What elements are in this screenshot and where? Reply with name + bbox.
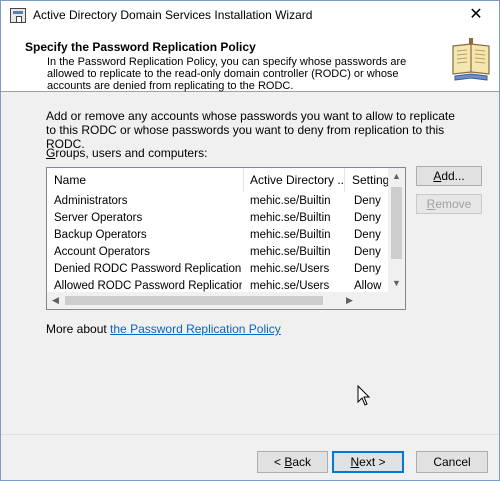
add-label: dd... bbox=[441, 169, 465, 183]
window-title: Active Directory Domain Services Install… bbox=[33, 8, 313, 22]
row-setting: Deny bbox=[354, 229, 381, 241]
title-bar: Active Directory Domain Services Install… bbox=[1, 1, 499, 30]
horizontal-scrollbar[interactable]: ◀ ▶ bbox=[47, 292, 388, 309]
wizard-content: Add or remove any accounts whose passwor… bbox=[1, 93, 499, 433]
list-row[interactable]: Server Operators mehic.se/Builtin Deny bbox=[47, 210, 388, 227]
wizard-window: Active Directory Domain Services Install… bbox=[0, 0, 500, 481]
row-domain: mehic.se/Builtin bbox=[250, 229, 331, 241]
row-setting: Deny bbox=[354, 246, 381, 258]
next-mnemonic: N bbox=[350, 455, 360, 469]
more-about-text: More about the Password Replication Poli… bbox=[46, 322, 281, 336]
cancel-button[interactable]: Cancel bbox=[416, 451, 488, 473]
list-row[interactable]: Administrators mehic.se/Builtin Deny bbox=[47, 193, 388, 210]
back-prefix: < bbox=[273, 455, 285, 469]
add-button[interactable]: Add... bbox=[416, 166, 482, 186]
scroll-down-icon[interactable]: ▼ bbox=[388, 275, 405, 292]
remove-label: emove bbox=[435, 197, 472, 211]
scroll-right-icon[interactable]: ▶ bbox=[341, 292, 358, 309]
remove-mnemonic: R bbox=[426, 197, 436, 211]
list-row[interactable]: Denied RODC Password Replication ... meh… bbox=[47, 261, 388, 278]
scroll-up-icon[interactable]: ▲ bbox=[388, 168, 405, 185]
vertical-scroll-thumb[interactable] bbox=[391, 187, 402, 259]
row-setting: Deny bbox=[354, 212, 381, 224]
row-domain: mehic.se/Users bbox=[250, 263, 330, 275]
list-rows: Administrators mehic.se/Builtin Deny Ser… bbox=[47, 193, 388, 295]
column-header-setting[interactable]: Setting bbox=[345, 168, 388, 192]
list-label-text: roups, users and computers: bbox=[55, 146, 208, 160]
mouse-pointer-icon bbox=[357, 385, 371, 406]
row-setting: Deny bbox=[354, 263, 381, 275]
back-button[interactable]: < Back bbox=[257, 451, 328, 473]
remove-button[interactable]: Remove bbox=[416, 194, 482, 214]
vertical-scrollbar[interactable]: ▲ ▼ bbox=[388, 168, 405, 292]
wizard-footer: < Back Next > Cancel bbox=[1, 434, 499, 480]
row-name: Server Operators bbox=[54, 212, 143, 224]
password-policy-link[interactable]: the Password Replication Policy bbox=[110, 322, 281, 336]
next-button[interactable]: Next > bbox=[332, 451, 404, 473]
row-name: Backup Operators bbox=[54, 229, 147, 241]
close-button[interactable]: ✕ bbox=[453, 1, 499, 30]
list-row[interactable]: Account Operators mehic.se/Builtin Deny bbox=[47, 244, 388, 261]
scroll-left-icon[interactable]: ◀ bbox=[47, 292, 64, 309]
scrollbar-corner bbox=[388, 292, 405, 309]
back-label: ack bbox=[292, 455, 312, 469]
page-title: Specify the Password Replication Policy bbox=[25, 40, 256, 54]
row-name: Denied RODC Password Replication ... bbox=[54, 263, 242, 275]
row-setting: Deny bbox=[354, 195, 381, 207]
column-header-active-directory[interactable]: Active Directory ... bbox=[244, 168, 345, 192]
column-header-name[interactable]: Name bbox=[47, 168, 244, 192]
intro-text: Add or remove any accounts whose passwor… bbox=[46, 109, 455, 151]
next-label: ext > bbox=[359, 455, 386, 469]
list-label: Groups, users and computers: bbox=[46, 146, 207, 160]
wizard-header: Specify the Password Replication Policy … bbox=[1, 30, 499, 92]
book-icon bbox=[452, 38, 490, 81]
horizontal-scroll-thumb[interactable] bbox=[65, 296, 323, 305]
list-label-mnemonic: G bbox=[46, 146, 56, 160]
accounts-listview[interactable]: Name Active Directory ... Setting Admini… bbox=[46, 167, 406, 310]
row-name: Account Operators bbox=[54, 246, 150, 258]
page-description: In the Password Replication Policy, you … bbox=[47, 56, 407, 92]
list-header: Name Active Directory ... Setting bbox=[47, 168, 388, 192]
wizard-app-icon bbox=[10, 8, 26, 23]
row-domain: mehic.se/Builtin bbox=[250, 212, 331, 224]
row-domain: mehic.se/Builtin bbox=[250, 246, 331, 258]
list-row[interactable]: Backup Operators mehic.se/Builtin Deny bbox=[47, 227, 388, 244]
row-name: Administrators bbox=[54, 195, 128, 207]
more-about-prefix: More about bbox=[46, 322, 111, 336]
row-domain: mehic.se/Builtin bbox=[250, 195, 331, 207]
